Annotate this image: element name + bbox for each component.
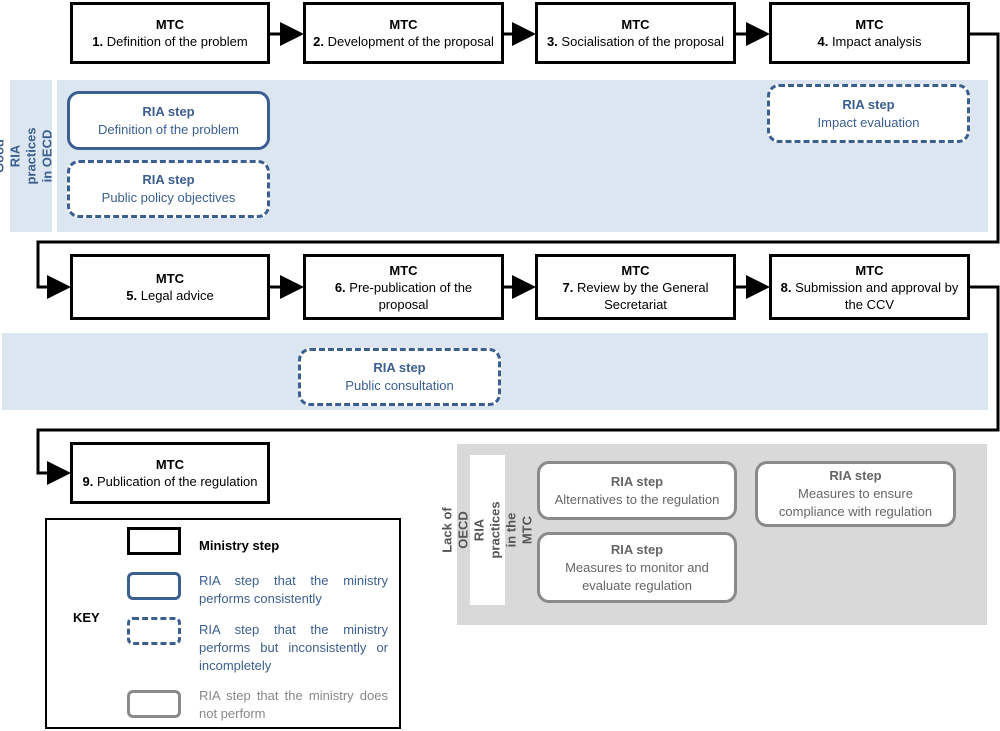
key-item-inconsistent: RIA step that the ministry performs but … xyxy=(199,622,388,673)
key-title: KEY xyxy=(73,610,100,625)
ministry-step-1: MTC 1. Definition of the problem xyxy=(70,2,270,64)
ministry-step-6: MTC 6. Pre-publication of the proposal xyxy=(303,254,504,320)
key-item-not-performed: RIA step that the ministry does not perf… xyxy=(199,688,388,721)
key-item-consistent: RIA step that the ministry performs cons… xyxy=(199,573,388,606)
ministry-step-swatch xyxy=(127,527,181,555)
consistent-ria-swatch xyxy=(127,572,181,600)
ministry-step-7: MTC 7. Review by the General Secretariat xyxy=(535,254,736,320)
ria-step-impact-evaluation: RIA step Impact evaluation xyxy=(767,84,970,143)
ria-step-public-policy-objectives: RIA step Public policy objectives xyxy=(67,160,270,218)
ria-step-compliance-measures: RIA step Measures to ensure compliance wi… xyxy=(755,461,956,527)
ria-step-alternatives: RIA step Alternatives to the regulation xyxy=(537,461,737,520)
ria-step-monitor-evaluate: RIA step Measures to monitor and evaluate… xyxy=(537,532,737,603)
not-performed-ria-swatch xyxy=(127,690,181,718)
ministry-step-3: MTC 3. Socialisation of the proposal xyxy=(535,2,736,64)
ministry-step-2: MTC 2. Development of the proposal xyxy=(303,2,504,64)
ria-step-public-consultation: RIA step Public consultation xyxy=(298,348,501,406)
ria-process-diagram: Good RIA practices in OECD countries Lac… xyxy=(0,0,1000,731)
ministry-step-5: MTC 5. Legal advice xyxy=(70,254,270,320)
key-item-ministry-step: Ministry step xyxy=(199,538,280,553)
ministry-step-8: MTC 8. Submission and approval by the CCV xyxy=(769,254,970,320)
ministry-step-4: MTC 4. Impact analysis xyxy=(769,2,970,64)
ria-step-definition-of-problem: RIA step Definition of the problem xyxy=(67,91,270,150)
ministry-step-9: MTC 9. Publication of the regulation xyxy=(70,442,270,504)
inconsistent-ria-swatch xyxy=(127,617,181,645)
